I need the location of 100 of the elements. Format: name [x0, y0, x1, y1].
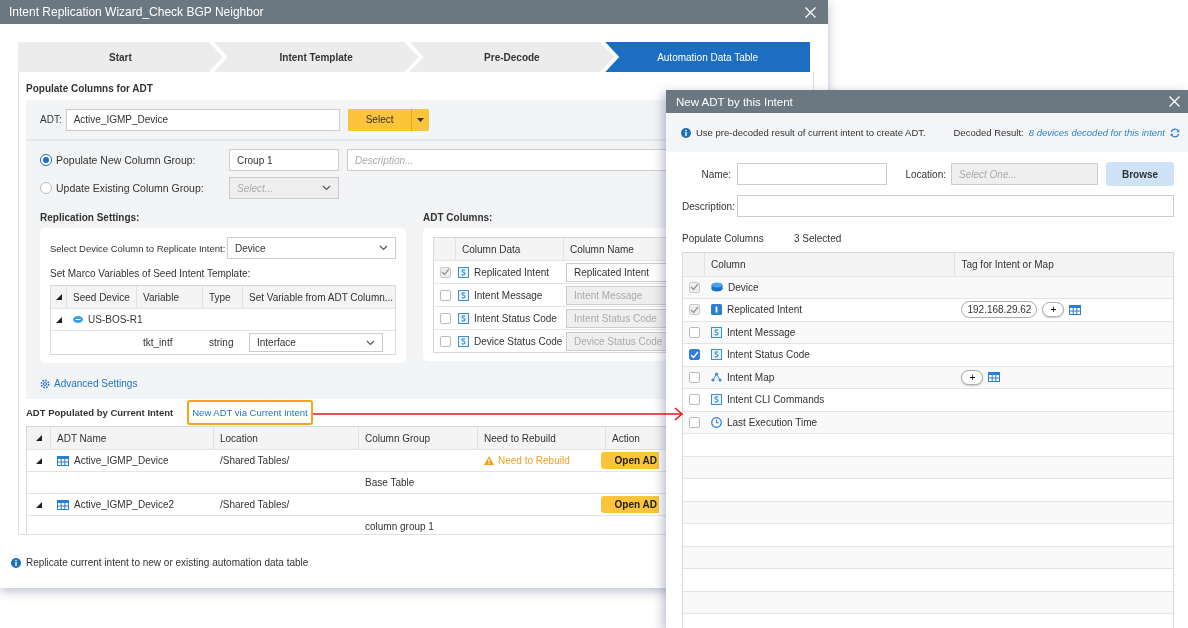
column-header: Action — [611, 431, 641, 446]
device-column-dropdown[interactable]: Device — [227, 237, 396, 259]
browse-button[interactable]: Browse — [1106, 162, 1174, 186]
table-cell-text: tkt_intf — [142, 336, 174, 350]
settings-icon — [40, 378, 50, 389]
section-heading: ADT Columns: — [423, 212, 494, 223]
column-name-cell: Last Execution Time — [705, 411, 956, 433]
column-header: Seed Device — [67, 286, 137, 308]
section-heading: ADT Populated by Current Intent — [26, 407, 174, 418]
column-header: Column — [705, 253, 956, 276]
checkbox[interactable] — [440, 312, 451, 324]
new-adt-link[interactable]: New ADT via Current Intent — [187, 400, 313, 425]
column-name-cell: Intent CLI Commands — [705, 389, 956, 411]
checkbox[interactable] — [689, 394, 700, 406]
variable-dropdown[interactable]: Interface — [249, 333, 383, 352]
device-icon — [711, 282, 723, 293]
info-text: Use pre-decoded result of current intent to create ADT. — [696, 127, 926, 138]
checkbox[interactable] — [689, 416, 700, 428]
hint-text: Replicate current intent to new or existing automation data table — [26, 557, 309, 568]
table-icon — [57, 455, 69, 466]
option-label: Update Existing Column Group: — [56, 182, 205, 194]
field-label: Set Marco Variables of Seed Intent Template: — [50, 268, 252, 279]
column-header: ADT Name — [51, 427, 214, 449]
option-label: Populate New Column Group: — [56, 154, 197, 166]
collapse-icon[interactable] — [36, 435, 42, 441]
column-name-cell: Intent Message — [705, 321, 956, 343]
wizard-step[interactable]: Pre-Decode — [409, 42, 615, 72]
dialog-title: New ADT by this Intent — [676, 95, 793, 108]
integer-type-icon — [711, 304, 722, 316]
warning-icon — [484, 456, 494, 465]
wizard-step[interactable]: Automation Data Table — [605, 42, 810, 72]
checkbox[interactable] — [689, 326, 700, 338]
close-icon[interactable] — [1169, 96, 1180, 107]
column-data-cell: Intent Message — [456, 284, 564, 306]
selected-count: 3 Selected — [794, 233, 842, 244]
checkbox[interactable] — [440, 289, 451, 301]
open-adt-button[interactable]: Open AD — [600, 496, 659, 513]
name-field[interactable] — [737, 163, 887, 185]
adt-field[interactable]: Active_IGMP_Device — [65, 108, 340, 131]
column-data-cell: Device Status Code — [456, 330, 564, 352]
advanced-settings-link[interactable]: Advanced Settings — [54, 378, 138, 389]
checkbox[interactable] — [689, 371, 700, 383]
open-adt-button[interactable]: Open AD — [600, 452, 659, 469]
column-name-cell: Intent Map — [705, 366, 956, 388]
string-type-icon — [458, 335, 469, 347]
column-name-cell: Intent Status Code — [705, 344, 956, 366]
add-tag-button[interactable]: + — [961, 369, 984, 385]
table-icon — [1069, 304, 1082, 315]
collapse-icon[interactable] — [36, 501, 42, 508]
collapse-icon[interactable] — [56, 316, 62, 323]
table-cell-text: /Shared Tables/ — [219, 498, 291, 512]
column-header: Location — [214, 427, 359, 449]
table-icon — [988, 372, 1001, 383]
rebuild-warning: Need to Rebuild — [484, 455, 570, 466]
string-type-icon — [711, 326, 722, 338]
column-header: Variable — [137, 286, 203, 308]
device-cell: US-BOS-R1 — [67, 309, 149, 330]
collapse-icon[interactable] — [56, 294, 62, 300]
info-icon — [681, 127, 691, 138]
field-label: Name: — [700, 168, 731, 180]
column-header: Column Group — [359, 427, 478, 449]
table-cell-text: string — [208, 336, 235, 350]
column-group-cell-text: column group 1 — [364, 520, 435, 534]
router-icon — [73, 316, 83, 323]
radio-button[interactable] — [40, 182, 52, 194]
chevron-icon — [366, 339, 375, 346]
map-icon — [711, 372, 722, 383]
column-name-cell: Device — [705, 276, 956, 298]
refresh-icon[interactable] — [1170, 127, 1180, 138]
clock-icon — [711, 416, 722, 428]
wizard-step[interactable]: Intent Template — [213, 42, 419, 72]
column-group-field[interactable]: Croup 1 — [229, 149, 339, 171]
window-title: Intent Replication Wizard_Check BGP Neighbor — [9, 5, 264, 19]
close-icon[interactable] — [805, 6, 816, 18]
table-cell-text: /Shared Tables/ — [219, 454, 291, 468]
adt-name-cell: Active_IGMP_Device2 — [51, 494, 214, 515]
field-label: Select Device Column to Replicate Intent: — [50, 242, 227, 254]
checkbox[interactable] — [689, 349, 700, 361]
string-type-icon — [458, 266, 469, 278]
decoded-devices-link[interactable]: 8 devices decoded for this intent — [1028, 127, 1165, 138]
chevron-icon — [322, 185, 331, 191]
info-icon — [11, 557, 21, 568]
wizard-step[interactable]: Start — [18, 42, 223, 72]
column-name-cell: Replicated Intent — [705, 299, 956, 321]
select-button[interactable]: Select — [347, 108, 413, 131]
radio-button[interactable] — [40, 154, 52, 166]
field-label: Decoded Result: — [953, 127, 1024, 138]
section-heading: Populate Columns for ADT — [26, 83, 154, 94]
column-header: Column Data — [456, 238, 564, 260]
column-header: Set Variable from ADT Column... — [248, 290, 395, 305]
collapse-icon[interactable] — [36, 457, 42, 464]
column-header: Column Name — [569, 242, 635, 257]
column-header: Need to Rebuild — [478, 427, 606, 449]
string-type-icon — [711, 394, 722, 406]
section-heading: Replication Settings: — [40, 212, 141, 223]
column-group-cell-text: Base Table — [364, 476, 416, 490]
description-field[interactable] — [737, 195, 1174, 217]
string-type-icon — [458, 312, 469, 324]
string-type-icon — [711, 349, 722, 361]
checkbox[interactable] — [440, 335, 451, 347]
